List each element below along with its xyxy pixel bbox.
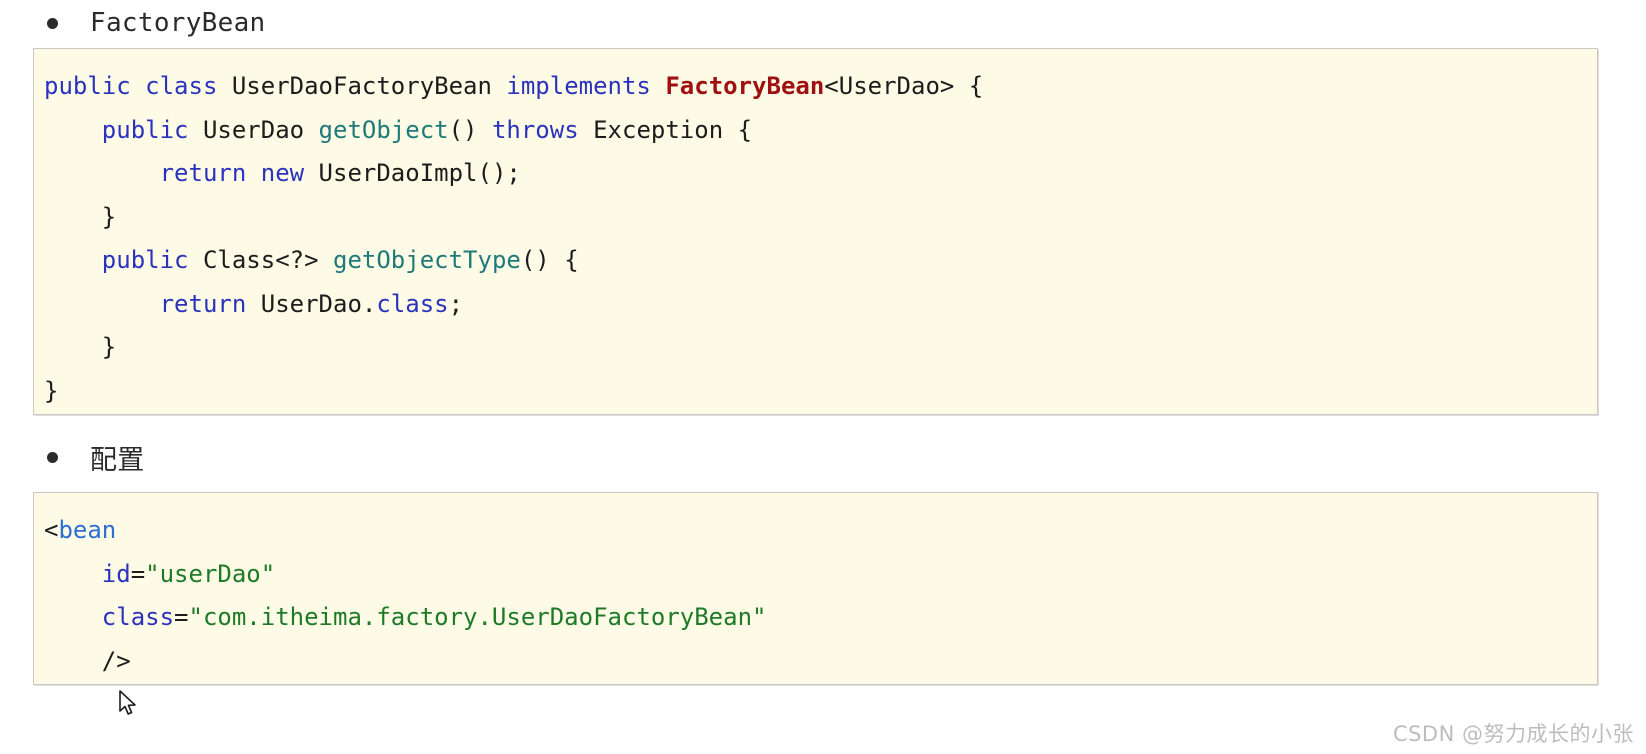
code-token: public [101,115,189,144]
xml-code-line: class="com.itheima.factory.UserDaoFactor… [44,596,1597,640]
code-token: return [159,159,247,187]
code-token: Class<?> [188,246,333,274]
code-token: getObjectType [333,246,521,274]
code-token: UserDao. [246,289,377,318]
code-token: Exception { [578,115,753,144]
java-code-line: } [44,326,1597,370]
code-token: "userDao" [145,559,276,588]
java-code-line: public class UserDaoFactoryBean implemen… [44,65,1597,109]
java-code-line: return UserDao.class; [44,283,1597,327]
code-token: ; [448,289,464,318]
code-block-xml[interactable]: <bean id="userDao" class="com.itheima.fa… [33,492,1598,685]
code-token: = [174,603,189,631]
document-page: FactoryBean public class UserDaoFactoryB… [0,0,1646,754]
mouse-pointer-icon [118,690,138,722]
code-token: id [101,559,131,588]
bullet-heading-factorybean: FactoryBean [47,8,266,38]
code-token: < [44,516,59,544]
code-token: class [376,289,449,318]
code-token: () [448,115,492,144]
java-code-line: public Class<?> getObjectType() { [44,239,1597,283]
code-token: () { [520,246,579,274]
code-token: class [145,72,218,100]
code-token: bean [58,516,117,544]
code-token: getObject [318,115,449,144]
code-token: FactoryBean [665,72,825,100]
code-token: /> [44,646,131,675]
code-token: public [101,246,189,274]
java-code-line: } [44,370,1597,414]
code-token: implements [506,72,651,100]
code-token: UserDaoImpl(); [304,159,521,187]
bullet-heading-label: 配置 [90,445,145,476]
code-token: "com.itheima.factory.UserDaoFactoryBean" [188,603,767,631]
xml-code-line: <bean [44,509,1597,553]
code-token: UserDaoFactoryBean [217,72,507,100]
code-block-java-content: public class UserDaoFactoryBean implemen… [34,49,1597,414]
code-token: new [260,159,305,187]
xml-code-line: /> [44,640,1597,684]
java-code-line: } [44,196,1597,240]
code-token: UserDao [188,115,319,144]
code-token: } [44,202,117,231]
bullet-heading-label: FactoryBean [90,8,266,38]
bullet-heading-config: 配置 [47,438,145,477]
code-token: throws [491,115,579,144]
code-token: = [130,559,146,588]
bullet-dot-icon [47,452,58,463]
java-code-line: public UserDao getObject() throws Except… [44,109,1597,153]
code-token: return [159,289,247,318]
code-token: } [44,333,117,361]
code-token: public [44,72,131,100]
code-token: class [101,603,175,631]
xml-code-line: id="userDao" [44,553,1597,597]
code-token: } [44,376,59,405]
bullet-dot-icon [47,17,58,29]
code-block-xml-content: <bean id="userDao" class="com.itheima.fa… [34,493,1597,684]
csdn-watermark: CSDN @努力成长的小张 [1392,722,1634,746]
code-block-java[interactable]: public class UserDaoFactoryBean implemen… [33,48,1598,415]
java-code-line: return new UserDaoImpl(); [44,152,1597,196]
code-token: <UserDao> { [824,72,984,100]
